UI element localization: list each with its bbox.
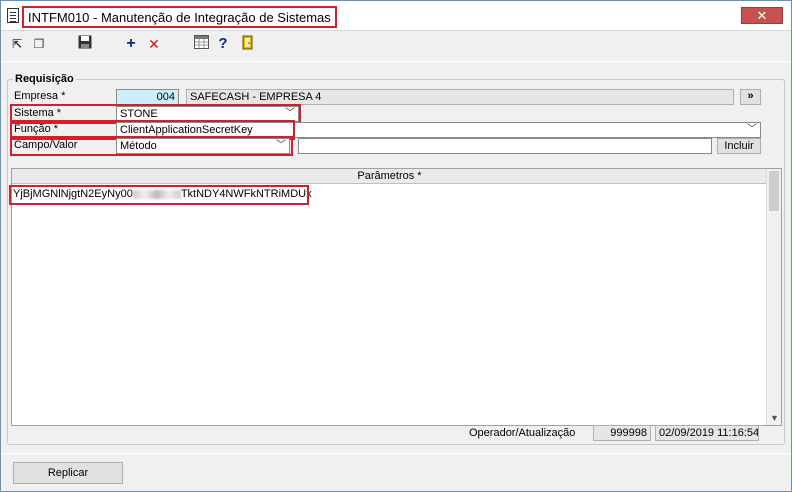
scrollbar-thumb[interactable] <box>769 171 779 211</box>
close-button[interactable]: ✕ <box>741 7 783 24</box>
replicar-button[interactable]: Replicar <box>13 462 123 484</box>
incluir-button[interactable]: Incluir <box>717 138 761 154</box>
operador-label: Operador/Atualização <box>469 427 576 439</box>
empresa-code-input[interactable]: 004 <box>116 89 179 105</box>
footer-separator <box>1 453 791 454</box>
campo-value-input[interactable] <box>298 138 712 154</box>
group-label: Requisição <box>13 73 76 85</box>
save-icon[interactable] <box>76 35 94 53</box>
parametros-header: Parâmetros * <box>12 169 767 184</box>
chevron-down-icon: ﹀ <box>747 124 757 135</box>
toolbar-separator <box>1 61 791 62</box>
window-title: INTFM010 - Manutenção de Integração de S… <box>22 6 337 28</box>
main-window: INTFM010 - Manutenção de Integração de S… <box>0 0 792 492</box>
add-icon[interactable]: + <box>122 35 140 53</box>
atualizacao-field: 02/09/2019 11:16:54 <box>655 425 759 441</box>
delete-icon[interactable]: ✕ <box>145 35 163 53</box>
empresa-label: Empresa * <box>14 90 66 102</box>
campo-highlight <box>10 136 293 156</box>
scroll-down-icon[interactable]: ▼ <box>770 413 779 423</box>
copy-icon[interactable]: ❐ <box>30 35 48 53</box>
parametros-panel[interactable]: Parâmetros * YjBjMGNlNjgtN2EyNy00 TktNDY4… <box>11 168 782 426</box>
calendar-icon[interactable] <box>192 35 210 53</box>
parametro-highlight <box>9 185 309 205</box>
empresa-name-field: SAFECASH - EMPRESA 4 <box>186 89 734 105</box>
empresa-lookup-button[interactable]: » <box>740 89 761 105</box>
toolbar: ⇱ ❐ + ✕ ? <box>1 32 791 56</box>
vertical-scrollbar[interactable]: ▼ <box>766 169 781 425</box>
first-record-icon[interactable]: ⇱ <box>8 35 26 53</box>
help-icon[interactable]: ? <box>214 35 232 53</box>
title-bar: INTFM010 - Manutenção de Integração de S… <box>1 1 791 31</box>
operador-field: 999998 <box>593 425 651 441</box>
document-icon <box>7 8 19 23</box>
exit-icon[interactable] <box>239 35 257 53</box>
